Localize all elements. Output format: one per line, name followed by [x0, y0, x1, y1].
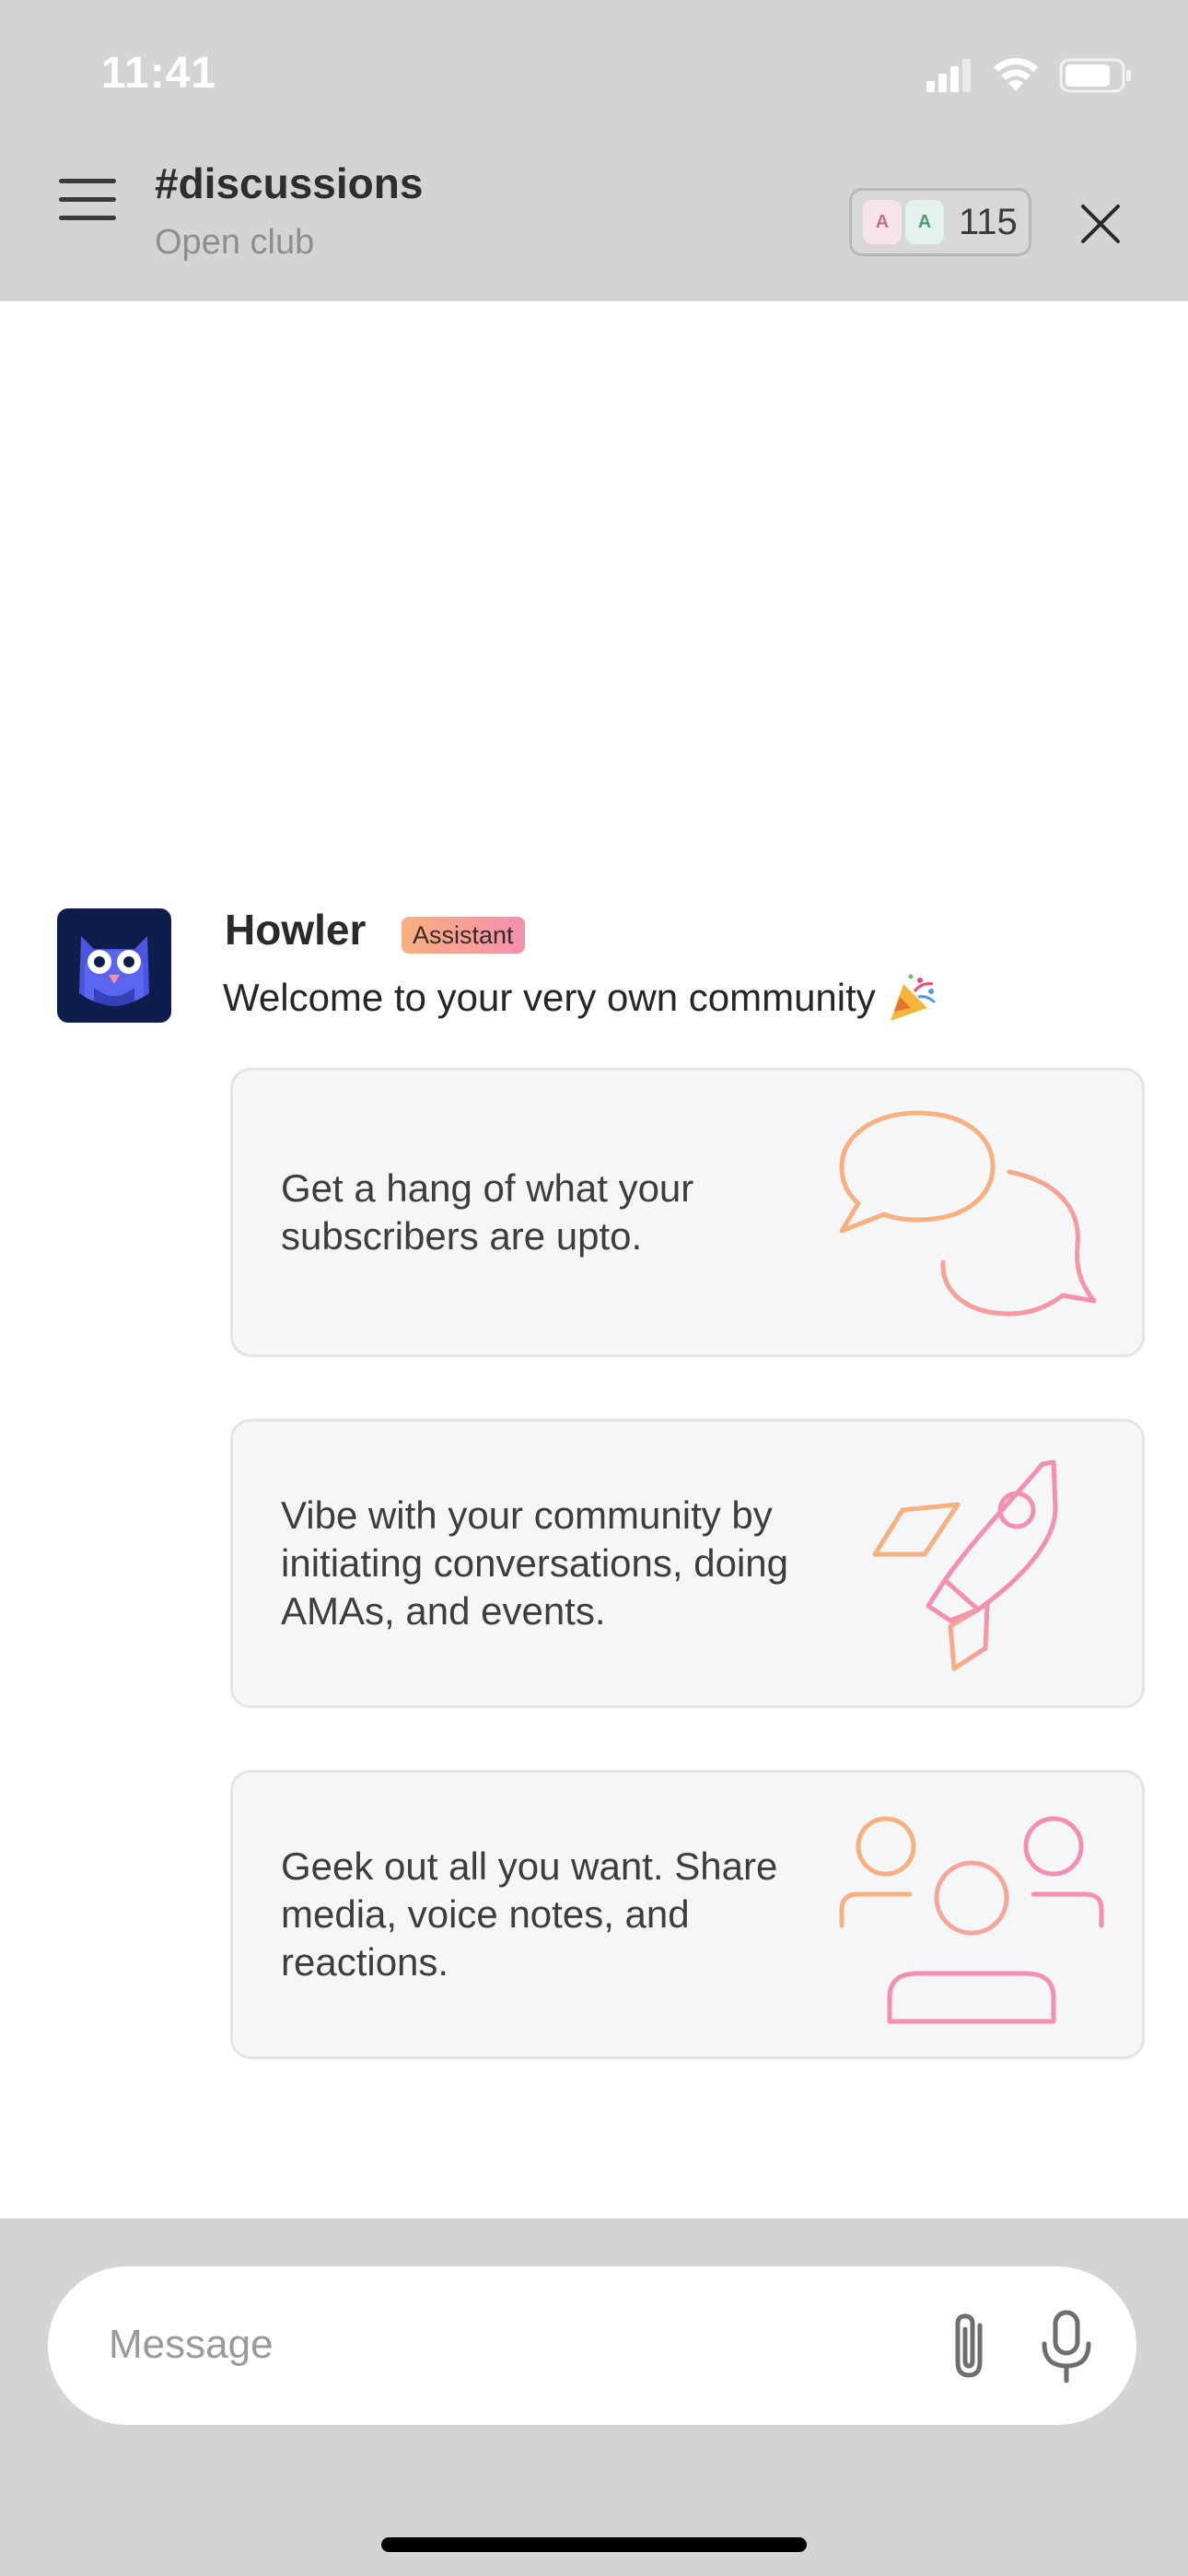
status-icons	[926, 55, 1133, 96]
status-time: 11:41	[101, 49, 217, 98]
member-avatar: A	[863, 200, 902, 244]
channel-subtitle: Open club	[155, 223, 315, 262]
welcome-message: Welcome to your very own community	[223, 971, 940, 1025]
feature-card: Vibe with your community by initiating c…	[230, 1419, 1145, 1708]
menu-icon[interactable]	[59, 177, 116, 223]
members-button[interactable]: A A 115	[849, 188, 1031, 256]
sender-name: Howler	[225, 906, 367, 954]
owl-icon	[79, 936, 149, 1006]
people-group-icon	[839, 1816, 1104, 2024]
microphone-icon[interactable]	[1030, 2307, 1103, 2384]
bot-avatar[interactable]	[57, 908, 171, 1023]
paperclip-icon[interactable]	[932, 2309, 1006, 2383]
feature-card: Geek out all you want. Share media, voic…	[230, 1770, 1145, 2059]
message-input[interactable]	[92, 2296, 847, 2394]
member-count: 115	[959, 201, 1018, 242]
card-text: Get a hang of what your subscribers are …	[281, 1166, 694, 1258]
wifi-icon	[994, 58, 1038, 91]
cellular-signal-icon	[926, 59, 971, 92]
rocket-icon	[872, 1459, 1058, 1671]
chat-bubbles-icon	[839, 1110, 1097, 1317]
member-avatar: A	[905, 200, 944, 244]
home-indicator[interactable]	[381, 2537, 807, 2552]
card-text: Geek out all you want. Share media, voic…	[281, 1844, 778, 1984]
channel-title: #discussions	[155, 159, 424, 207]
welcome-message-text: Welcome to your very own community	[223, 976, 876, 1019]
battery-icon	[1059, 58, 1131, 93]
feature-card: Get a hang of what your subscribers are …	[230, 1068, 1145, 1357]
card-text: Vibe with your community by initiating c…	[281, 1493, 789, 1633]
party-popper-icon	[890, 974, 936, 1021]
close-icon[interactable]	[1077, 201, 1124, 247]
message-composer	[48, 2266, 1136, 2425]
assistant-badge: Assistant	[402, 917, 525, 954]
